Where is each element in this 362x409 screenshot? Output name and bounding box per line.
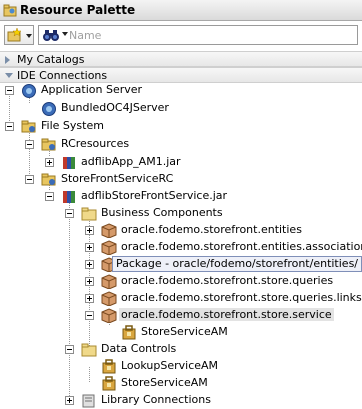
section-my-catalogs[interactable]: My Catalogs — [0, 51, 362, 67]
package-icon — [101, 240, 117, 255]
collapse-toggle[interactable] — [65, 345, 74, 354]
collapse-toggle[interactable] — [25, 175, 34, 184]
collapse-toggle[interactable] — [45, 192, 54, 201]
collapse-toggle[interactable] — [5, 122, 14, 131]
node-label: Business Components — [101, 206, 223, 219]
expand-toggle[interactable] — [85, 260, 94, 269]
package-icon — [101, 291, 117, 306]
node-label: RCresources — [61, 137, 130, 150]
expand-toggle[interactable] — [85, 226, 94, 235]
node-label: LookupServiceAM — [121, 359, 219, 372]
application-server-icon — [22, 84, 36, 98]
expanded-arrow-icon — [5, 73, 13, 78]
node-label: StoreServiceAM — [141, 325, 228, 338]
search-field[interactable] — [38, 25, 358, 45]
expand-toggle[interactable] — [85, 294, 94, 303]
collapse-toggle[interactable] — [25, 140, 34, 149]
tree-node-package-associations[interactable]: oracle.fodemo.storefront.entities.associ… — [0, 239, 362, 256]
node-label: StoreFrontServiceRC — [61, 172, 174, 185]
collapsed-arrow-icon — [5, 56, 10, 64]
tree-node-business-components[interactable]: Business Components — [0, 205, 362, 222]
tree-node-package-queries-links[interactable]: oracle.fodemo.storefront.store.queries.l… — [0, 290, 362, 307]
node-label: oracle.fodemo.storefront.store.queries — [121, 274, 334, 287]
node-label: Library Connections — [101, 393, 211, 406]
tree-node-library-connections[interactable]: Library Connections — [0, 392, 362, 409]
tree-node-store-service-am[interactable]: StoreServiceAM — [0, 324, 362, 341]
chevron-down-icon — [26, 34, 32, 38]
collapse-toggle[interactable] — [85, 311, 94, 320]
tree-node-adflib-storefront-jar[interactable]: adflibStoreFrontService.jar — [0, 188, 362, 205]
tree-node-store-service-am-dc[interactable]: StoreServiceAM — [0, 375, 362, 392]
expand-toggle[interactable] — [65, 396, 74, 405]
node-label: StoreServiceAM — [121, 376, 208, 389]
library-icon — [82, 394, 95, 408]
server-connection-icon — [42, 102, 56, 116]
binoculars-icon[interactable] — [42, 28, 60, 42]
node-label: oracle.fodemo.storefront.store.service — [119, 308, 334, 321]
tree-node-lookup-service-am[interactable]: LookupServiceAM — [0, 358, 362, 375]
toolbar — [0, 21, 362, 49]
node-label: adflibApp_AM1.jar — [81, 155, 181, 168]
tree-node-storefront-rc[interactable]: StoreFrontServiceRC — [0, 171, 362, 188]
package-icon — [101, 223, 117, 238]
search-options-chevron-icon[interactable] — [62, 32, 68, 36]
folder-icon — [81, 343, 97, 357]
resource-palette-icon — [3, 4, 17, 17]
node-label: BundledOC4JServer — [61, 101, 169, 114]
expand-toggle[interactable] — [85, 277, 94, 286]
application-module-icon — [122, 325, 136, 340]
node-label: Data Controls — [101, 342, 177, 355]
connection-tree: Application Server BundledOC4JServer Fil… — [0, 82, 362, 409]
expand-toggle[interactable] — [85, 243, 94, 252]
section-label: IDE Connections — [17, 69, 108, 82]
node-label: oracle.fodemo.storefront.entities.associ… — [121, 240, 362, 253]
tree-node-file-system[interactable]: File System — [0, 118, 362, 135]
node-label: Application Server — [41, 83, 143, 96]
title-bar: Resource Palette — [0, 0, 362, 21]
node-label: File System — [41, 119, 104, 132]
tree-node-package-store-service[interactable]: oracle.fodemo.storefront.store.service — [0, 307, 362, 324]
node-label: oracle.fodemo.storefront.entities — [121, 223, 302, 236]
search-input[interactable] — [69, 27, 354, 43]
tree-node-package-queries[interactable]: oracle.fodemo.storefront.store.queries — [0, 273, 362, 290]
tree-node-adflib-app-jar[interactable]: adflibApp_AM1.jar — [0, 154, 362, 171]
node-label: adflibStoreFrontService.jar — [81, 189, 228, 202]
new-connection-button[interactable] — [4, 25, 34, 45]
collapse-toggle[interactable] — [65, 209, 74, 218]
package-tooltip: Package - oracle/fodemo/storefront/entit… — [112, 256, 362, 272]
tree-node-data-controls[interactable]: Data Controls — [0, 341, 362, 358]
node-label: oracle.fodemo.storefront.store.queries.l… — [121, 291, 362, 304]
expand-toggle[interactable] — [45, 158, 54, 167]
folder-connection-icon — [41, 173, 56, 186]
section-label: My Catalogs — [17, 53, 85, 66]
resource-palette-window: Resource Palette My Catalog — [0, 0, 362, 409]
package-icon — [101, 308, 117, 323]
collapse-toggle[interactable] — [5, 86, 14, 95]
package-icon — [101, 274, 117, 289]
window-title: Resource Palette — [20, 3, 136, 17]
tree-node-rcresources[interactable]: RCresources — [0, 136, 362, 153]
application-module-icon — [102, 359, 116, 374]
section-ide-connections[interactable]: IDE Connections — [0, 67, 362, 83]
folder-icon — [81, 207, 97, 221]
new-folder-icon — [7, 28, 22, 42]
folder-connection-icon — [41, 138, 56, 151]
application-module-icon — [102, 376, 116, 391]
tree-node-bundled-server[interactable]: BundledOC4JServer — [0, 100, 362, 117]
tree-node-application-server[interactable]: Application Server — [0, 82, 362, 99]
tree-node-package-entities[interactable]: oracle.fodemo.storefront.entities — [0, 222, 362, 239]
jar-file-icon — [63, 157, 75, 169]
file-system-icon — [21, 120, 36, 133]
jar-file-icon — [63, 191, 75, 203]
